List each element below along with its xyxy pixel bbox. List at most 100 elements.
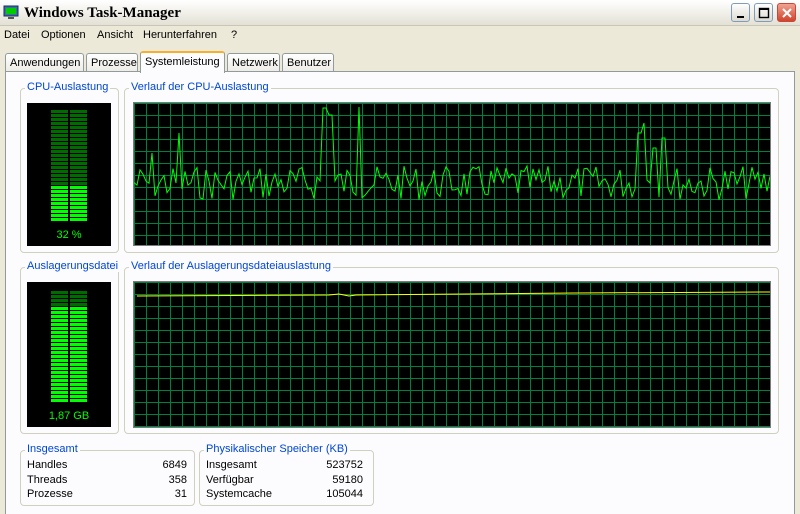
pagefile-meter-title: Auslagerungsdatei [25, 260, 121, 272]
tab-prozesse[interactable]: Prozesse [86, 53, 138, 72]
meter-segment [51, 367, 68, 370]
meter-segment [51, 355, 68, 358]
meter-segment [70, 154, 87, 157]
meter-segment [70, 110, 87, 113]
maximize-button[interactable] [754, 3, 773, 22]
close-icon [782, 8, 792, 18]
meter-segment [51, 375, 68, 378]
tab-strip: Anwendungen Prozesse Systemleistung Netz… [0, 51, 800, 73]
meter-segment [51, 387, 68, 390]
stat-label: Threads [27, 474, 68, 486]
meter-segment [51, 202, 68, 205]
pagefile-history-plot [134, 282, 770, 427]
meter-segment [51, 371, 68, 374]
totals-group: Insgesamt Handles 6849 Threads 358 Proze… [20, 443, 195, 506]
meter-segment [51, 150, 68, 153]
meter-segment [51, 299, 68, 302]
meter-segment [51, 323, 68, 326]
meter-segment [51, 347, 68, 350]
meter-segment [70, 142, 87, 145]
meter-segment [51, 158, 68, 161]
menu-datei[interactable]: Datei [4, 29, 30, 41]
meter-segment [70, 198, 87, 201]
meter-segment [51, 110, 68, 113]
meter-segment [51, 331, 68, 334]
meter-segment [70, 206, 87, 209]
meter-segment [51, 182, 68, 185]
meter-segment [70, 138, 87, 141]
meter-segment [70, 371, 87, 374]
meter-segment [70, 202, 87, 205]
cpu-meter-label: 32 % [56, 229, 82, 241]
pagefile-history-title: Verlauf der Auslagerungsdateiauslastung [129, 260, 333, 272]
title-bar[interactable]: Windows Task-Manager [0, 0, 800, 26]
stat-value: 105044 [326, 488, 363, 500]
meter-segment [51, 130, 68, 133]
meter-segment [70, 311, 87, 314]
totals-row-threads: Threads 358 [27, 474, 187, 488]
meter-segment [70, 158, 87, 161]
meter-segment [51, 162, 68, 165]
meter-segment [51, 383, 68, 386]
meter-segment [70, 395, 87, 398]
stat-label: Systemcache [206, 488, 273, 500]
meter-segment [70, 178, 87, 181]
meter-segment [51, 303, 68, 306]
pagefile-meter: 1,87 GB [27, 282, 111, 427]
meter-segment [70, 214, 87, 217]
meter-segment [70, 363, 87, 366]
pagefile-history-graph [133, 281, 771, 428]
cpu-meter-group: CPU-Auslastung 32 % [20, 81, 119, 253]
meter-segment [70, 391, 87, 394]
meter-segment [51, 210, 68, 213]
stat-value: 31 [174, 488, 187, 500]
meter-segment [51, 379, 68, 382]
meter-segment [70, 355, 87, 358]
physical-memory-title: Physikalischer Speicher (KB) [204, 443, 350, 455]
tab-systemleistung[interactable]: Systemleistung [140, 51, 225, 73]
task-manager-icon [3, 5, 19, 20]
menu-optionen[interactable]: Optionen [41, 29, 86, 41]
minimize-button[interactable] [731, 3, 750, 22]
menu-herunterfahren[interactable]: Herunterfahren [143, 29, 217, 41]
cpu-history-title: Verlauf der CPU-Auslastung [129, 81, 271, 93]
meter-segment [51, 343, 68, 346]
menu-ansicht[interactable]: Ansicht [97, 29, 133, 41]
meter-segment [70, 307, 87, 310]
meter-segment [51, 363, 68, 366]
meter-segment [70, 114, 87, 117]
meter-segment [70, 351, 87, 354]
pagefile-meter-bars [51, 291, 87, 402]
maximize-icon [758, 7, 770, 19]
cpu-meter-bars [51, 110, 87, 221]
meter-segment [70, 118, 87, 121]
meter-segment [70, 218, 87, 221]
cpu-history-plot [134, 103, 770, 245]
meter-segment [70, 335, 87, 338]
minimize-icon [737, 16, 744, 18]
meter-segment [70, 122, 87, 125]
meter-segment [51, 391, 68, 394]
meter-segment [70, 383, 87, 386]
meter-segment [51, 198, 68, 201]
tab-netzwerk[interactable]: Netzwerk [227, 53, 280, 72]
meter-segment [70, 375, 87, 378]
meter-segment [51, 395, 68, 398]
meter-segment [51, 194, 68, 197]
meter-segment [70, 331, 87, 334]
meter-segment [51, 178, 68, 181]
menu-help[interactable]: ? [231, 29, 237, 41]
stat-value: 6849 [162, 459, 187, 471]
tab-anwendungen[interactable]: Anwendungen [5, 53, 84, 72]
tab-benutzer[interactable]: Benutzer [282, 53, 334, 72]
meter-segment [51, 295, 68, 298]
meter-segment [51, 114, 68, 117]
meter-segment [51, 335, 68, 338]
meter-segment [51, 174, 68, 177]
meter-segment [70, 299, 87, 302]
meter-segment [70, 323, 87, 326]
cpu-history-group: Verlauf der CPU-Auslastung [124, 81, 779, 253]
meter-segment [70, 190, 87, 193]
close-button[interactable] [777, 3, 796, 22]
meter-segment [51, 351, 68, 354]
